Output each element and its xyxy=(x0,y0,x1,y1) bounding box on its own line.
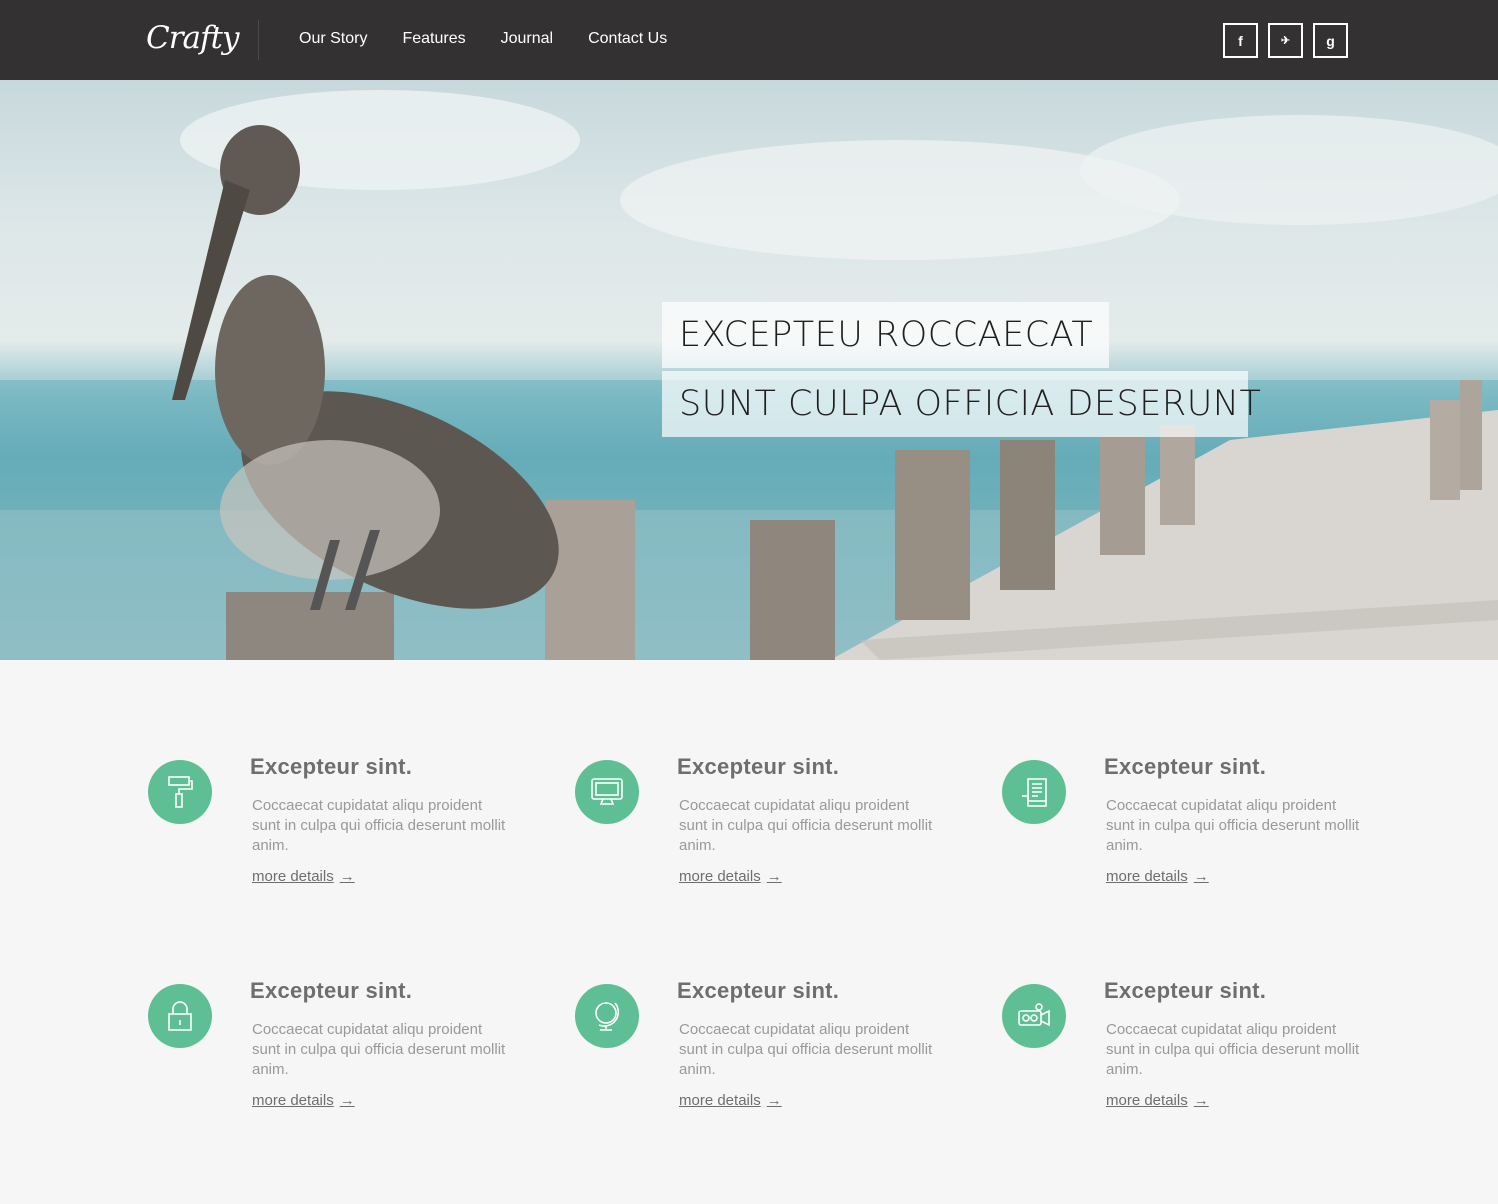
logo[interactable]: Crafty xyxy=(146,16,239,60)
facebook-button[interactable]: f xyxy=(1223,23,1258,58)
feature-card: Excepteur sint. Coccaecat cupidatat aliq… xyxy=(1002,754,1382,910)
feature-card: Excepteur sint. Coccaecat cupidatat aliq… xyxy=(148,754,528,910)
arrow-right-icon: → xyxy=(1193,1092,1209,1109)
arrow-right-icon: → xyxy=(1193,868,1209,885)
hero-headline-line-2: SUNT CULPA OFFICIA DESERUNT xyxy=(662,371,1261,437)
feature-text: Coccaecat cupidatat aliqu proident sunt … xyxy=(252,797,506,854)
feature-title: Excepteur sint. xyxy=(250,754,413,779)
hero-image xyxy=(0,90,1498,660)
main-nav: Our Story Features Journal Contact Us xyxy=(299,28,702,50)
feature-card: Excepteur sint. Coccaecat cupidatat aliq… xyxy=(575,978,955,1134)
more-details-label: more details xyxy=(679,1092,761,1109)
lock-icon xyxy=(148,984,212,1048)
feature-text: Coccaecat cupidatat aliqu proident sunt … xyxy=(679,1021,933,1078)
paint-roller-icon xyxy=(148,760,212,824)
document-icon xyxy=(1002,760,1066,824)
twitter-icon: ✈ xyxy=(1280,35,1291,47)
feature-title: Excepteur sint. xyxy=(677,978,840,1003)
google-plus-button[interactable]: g xyxy=(1313,23,1348,58)
feature-card: Excepteur sint. Coccaecat cupidatat aliq… xyxy=(575,754,955,910)
globe-icon xyxy=(575,984,639,1048)
more-details-link[interactable]: more details → xyxy=(679,1092,782,1109)
google-plus-icon: g xyxy=(1326,32,1335,49)
facebook-icon: f xyxy=(1238,32,1243,49)
arrow-right-icon: → xyxy=(766,868,782,885)
feature-text: Coccaecat cupidatat aliqu proident sunt … xyxy=(679,797,933,854)
feature-text: Coccaecat cupidatat aliqu proident sunt … xyxy=(252,1021,506,1078)
more-details-link[interactable]: more details → xyxy=(679,868,782,885)
nav-our-story[interactable]: Our Story xyxy=(299,28,367,50)
more-details-link[interactable]: more details → xyxy=(252,1092,355,1109)
hero-headline-line-1: EXCEPTEU ROCCAECAT xyxy=(662,302,1109,368)
logo-divider xyxy=(258,20,259,60)
feature-card: Excepteur sint. Coccaecat cupidatat aliq… xyxy=(148,978,528,1134)
hero-banner: EXCEPTEU ROCCAECAT SUNT CULPA OFFICIA DE… xyxy=(0,80,1498,660)
site-header: Crafty Our Story Features Journal Contac… xyxy=(0,0,1498,80)
video-camera-icon xyxy=(1002,984,1066,1048)
more-details-label: more details xyxy=(679,868,761,885)
monitor-icon xyxy=(575,760,639,824)
more-details-label: more details xyxy=(252,868,334,885)
nav-journal[interactable]: Journal xyxy=(501,28,553,50)
more-details-label: more details xyxy=(1106,1092,1188,1109)
feature-text: Coccaecat cupidatat aliqu proident sunt … xyxy=(1106,1021,1360,1078)
more-details-link[interactable]: more details → xyxy=(1106,1092,1209,1109)
feature-title: Excepteur sint. xyxy=(1104,754,1267,779)
more-details-link[interactable]: more details → xyxy=(1106,868,1209,885)
more-details-label: more details xyxy=(252,1092,334,1109)
feature-title: Excepteur sint. xyxy=(677,754,840,779)
nav-contact-us[interactable]: Contact Us xyxy=(588,28,667,50)
arrow-right-icon: → xyxy=(339,868,355,885)
more-details-link[interactable]: more details → xyxy=(252,868,355,885)
arrow-right-icon: → xyxy=(766,1092,782,1109)
feature-title: Excepteur sint. xyxy=(1104,978,1267,1003)
feature-card: Excepteur sint. Coccaecat cupidatat aliq… xyxy=(1002,978,1382,1134)
more-details-label: more details xyxy=(1106,868,1188,885)
arrow-right-icon: → xyxy=(339,1092,355,1109)
twitter-button[interactable]: ✈ xyxy=(1268,23,1303,58)
nav-features[interactable]: Features xyxy=(402,28,465,50)
feature-title: Excepteur sint. xyxy=(250,978,413,1003)
feature-text: Coccaecat cupidatat aliqu proident sunt … xyxy=(1106,797,1360,854)
